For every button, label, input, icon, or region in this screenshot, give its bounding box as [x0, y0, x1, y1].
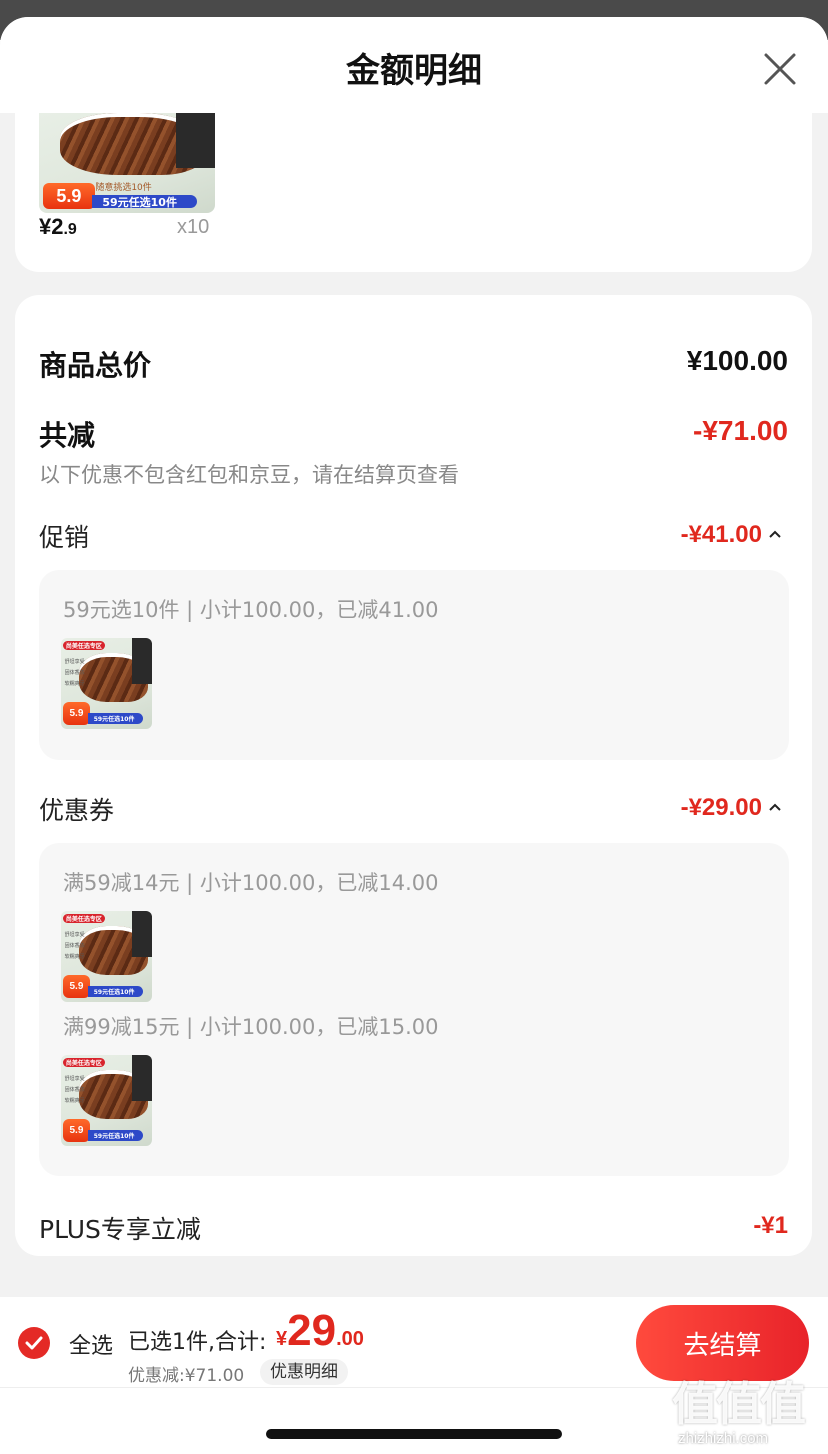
total-reduce-label: 共减: [39, 419, 96, 452]
promo-label: 促销: [39, 523, 90, 552]
chevron-up-icon[interactable]: [768, 801, 782, 815]
price-chip: 5.9: [42, 183, 96, 209]
discount-detail-button[interactable]: 优惠明细: [260, 1359, 348, 1385]
watermark: 值值值 zhizhizhi.com: [672, 1368, 822, 1450]
feature-2: 固体香浓: [64, 942, 85, 949]
close-button[interactable]: [760, 49, 800, 89]
promo-tag: 59元任选10件: [88, 985, 143, 998]
coupon-label: 优惠券: [39, 796, 115, 825]
coupon1-product-thumb[interactable]: 尚美任选专区 舒坦享受 固体香浓 软糯爽牙 5.9 59元任选10件: [61, 911, 152, 1002]
coupon-detail-line-1: 满59减14元 | 小计100.00，已减14.00: [63, 871, 439, 895]
promo-tag: 59元任选10件: [91, 195, 198, 208]
product-quantity: x10: [177, 216, 210, 238]
zone-tag: 尚美任选专区: [62, 640, 105, 650]
selected-count-text: 已选1件,合计:: [128, 1330, 267, 1355]
total-reduce-value: -¥71.00: [693, 415, 788, 446]
plus-discount-label: PLUS专享立减: [39, 1215, 201, 1244]
feature-1: 舒坦享受: [64, 932, 85, 939]
feature-2: 固体香浓: [64, 1086, 85, 1093]
chevron-up-icon[interactable]: [768, 528, 782, 542]
plus-discount-value: -¥1: [753, 1212, 788, 1239]
home-indicator: [266, 1429, 562, 1439]
promo-tag: 59元任选10件: [88, 712, 143, 725]
goods-total-label: 商品总价: [39, 349, 152, 382]
promo-tag: 59元任选10件: [88, 1129, 143, 1142]
product-price: ¥2.9: [39, 214, 77, 239]
product-image[interactable]: 5.9 随意挑选10件 59元任选10件: [39, 113, 215, 213]
close-icon: [764, 53, 796, 85]
feature-1: 舒坦享受: [64, 1076, 85, 1083]
promo-detail-line: 59元选10件 | 小计100.00，已减41.00: [63, 598, 439, 622]
feature-2: 固体香浓: [64, 669, 85, 676]
checkmark-icon: [25, 1336, 43, 1350]
feature-1: 舒坦享受: [64, 659, 85, 666]
coupon-value: -¥29.00: [680, 794, 762, 821]
coupon-detail-line-2: 满99减15元 | 小计100.00，已减15.00: [63, 1015, 439, 1039]
sub-tag: 随意挑选10件: [95, 183, 152, 193]
select-all-checkbox[interactable]: [18, 1327, 50, 1359]
price-chip: 5.9: [62, 1118, 91, 1143]
feature-3: 软糯爽牙: [64, 680, 85, 687]
discount-note: 以下优惠不包含红包和京豆，请在结算页查看: [39, 463, 459, 487]
goods-total-value: ¥100.00: [686, 345, 788, 376]
sheet-title: 金额明细: [346, 51, 482, 91]
zone-tag: 尚美任选专区: [62, 913, 105, 923]
promo-product-thumb[interactable]: 尚美任选专区 舒坦享受 固体香浓 软糯爽牙 5.9 59元任选10件: [61, 638, 152, 729]
feature-3: 软糯爽牙: [64, 1097, 85, 1104]
total-price: ¥29.00: [276, 1306, 364, 1355]
promo-value: -¥41.00: [680, 521, 762, 548]
select-all-label[interactable]: 全选: [69, 1328, 113, 1360]
watermark-logo: 值值值: [672, 1377, 806, 1431]
coupon2-product-thumb[interactable]: 尚美任选专区 舒坦享受 固体香浓 软糯爽牙 5.9 59元任选10件: [61, 1055, 152, 1146]
zone-tag: 尚美任选专区: [62, 1057, 105, 1067]
price-chip: 5.9: [62, 701, 91, 726]
feature-3: 软糯爽牙: [64, 953, 85, 960]
discount-amount-text: 优惠减:¥71.00: [128, 1366, 245, 1386]
price-chip: 5.9: [62, 974, 91, 999]
